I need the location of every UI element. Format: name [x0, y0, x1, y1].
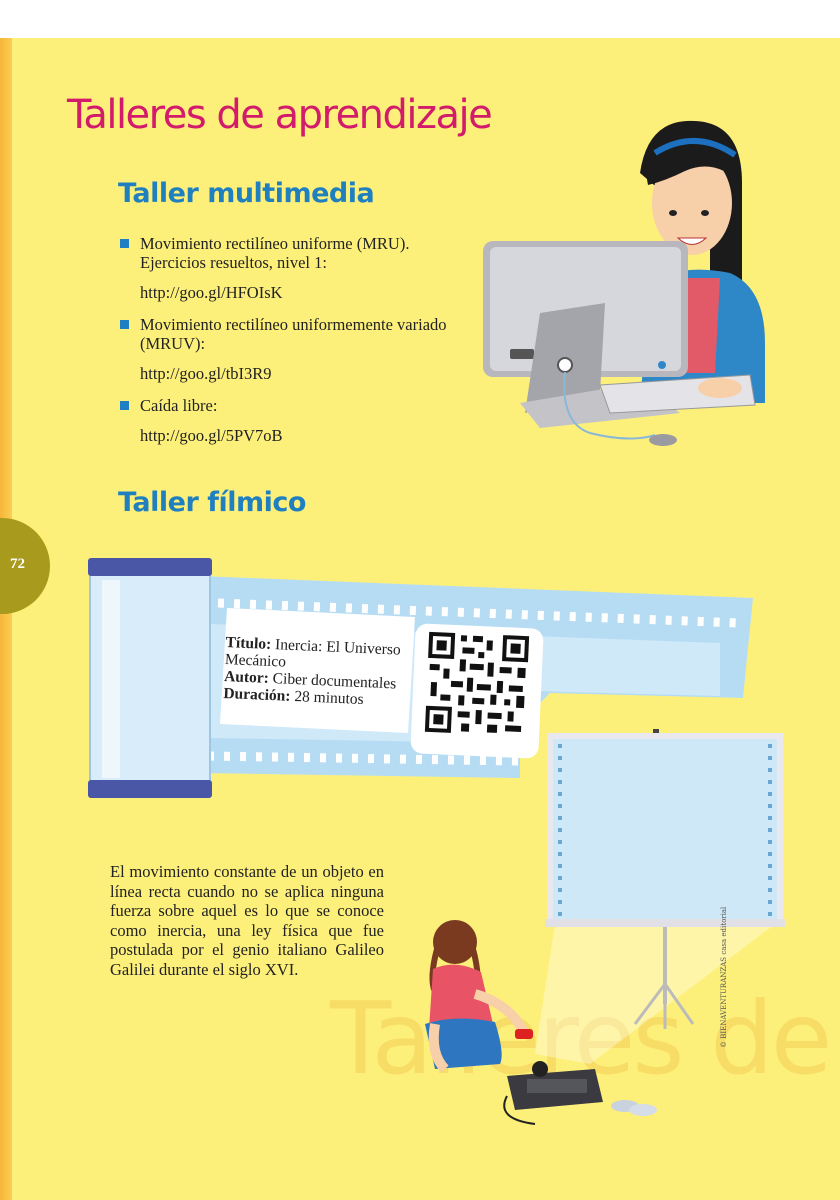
- list-item: Movimiento rectilíneo uniformemente vari…: [118, 315, 448, 383]
- girl-computer-illustration: [483, 120, 765, 446]
- list-item: Caída libre: http://goo.gl/5PV7oB: [118, 396, 448, 445]
- page-number: 72: [10, 556, 25, 572]
- qr-code-icon: [422, 629, 532, 739]
- bullet-square-icon: [120, 401, 129, 410]
- list-item-text: Caída libre:: [140, 396, 218, 415]
- autor-label: Autor:: [223, 667, 270, 687]
- titulo-label: Título:: [225, 634, 272, 653]
- page-number-tab: [0, 518, 50, 614]
- bullet-square-icon: [120, 239, 129, 248]
- bullet-square-icon: [120, 320, 129, 329]
- list-item-text: Movimiento rectilíneo uniformemente vari…: [140, 315, 447, 353]
- multimedia-heading: Taller multimedia: [118, 178, 375, 209]
- list-item-link[interactable]: http://goo.gl/5PV7oB: [140, 426, 448, 445]
- filmico-heading: Taller fílmico: [118, 487, 306, 518]
- multimedia-list: Movimiento rectilíneo uniforme (MRU). Ej…: [118, 234, 448, 458]
- page-edge: [0, 38, 12, 1200]
- list-item-link[interactable]: http://goo.gl/HFOIsK: [140, 283, 448, 302]
- projector-screen-illustration: [425, 729, 785, 1125]
- list-item-link[interactable]: http://goo.gl/tbI3R9: [140, 364, 448, 383]
- inertia-paragraph: El movimiento constante de un objeto en …: [110, 862, 384, 979]
- list-item-text: Movimiento rectilíneo uniforme (MRU). Ej…: [140, 234, 410, 272]
- duracion-value: 28 minutos: [294, 688, 365, 709]
- page: 72 Talleres de Talleres de aprendizaje T…: [0, 38, 840, 1200]
- page-title: Talleres de aprendizaje: [67, 92, 493, 138]
- list-item: Movimiento rectilíneo uniforme (MRU). Ej…: [118, 234, 448, 302]
- duracion-label: Duración:: [223, 684, 291, 705]
- film-info-card: Título: Inercia: El Universo Mecánico Au…: [223, 634, 416, 710]
- copyright-text: © BIENAVENTURANZAS casa editorial: [720, 906, 728, 1048]
